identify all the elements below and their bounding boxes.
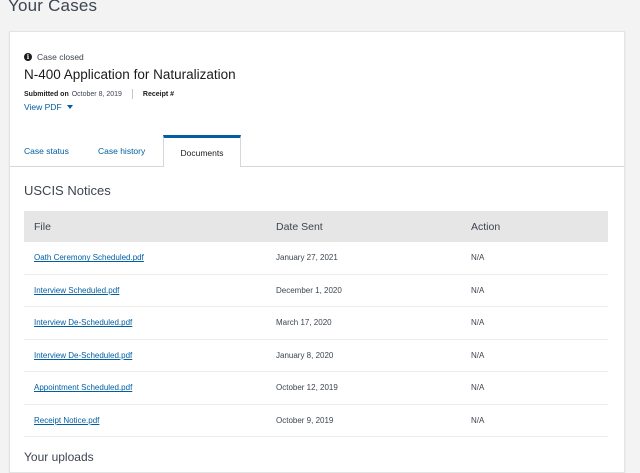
file-link[interactable]: Receipt Notice.pdf [34,416,99,425]
tab-case-history[interactable]: Case history [98,135,145,166]
action-value: N/A [471,415,485,425]
table-row: Interview De-Scheduled.pdf January 8, 20… [24,340,608,372]
view-pdf-button[interactable]: View PDF [24,102,73,112]
submitted-label: Submitted on [24,90,69,98]
table-row: Interview De-Scheduled.pdf March 17, 202… [24,307,608,340]
table-row: Interview Scheduled.pdf December 1, 2020… [24,275,608,307]
date-sent: October 12, 2019 [276,383,338,393]
chevron-down-icon [66,105,73,109]
date-sent: March 17, 2020 [276,318,332,328]
view-pdf-label: View PDF [24,102,62,112]
notices-table: File Date Sent Action Oath Ceremony Sche… [24,211,608,437]
file-link[interactable]: Appointment Scheduled.pdf [34,383,132,392]
page-title: Your Cases [8,0,98,15]
submitted-date: October 8, 2019 [71,90,122,98]
action-value: N/A [471,318,485,328]
action-value: N/A [471,253,485,263]
file-link[interactable]: Oath Ceremony Scheduled.pdf [34,253,144,262]
action-value: N/A [471,350,485,360]
tab-label: Case history [98,145,146,156]
date-sent: January 8, 2020 [276,350,334,360]
case-card: i Case closed N-400 Application for Natu… [9,31,625,473]
notices-section-title: USCIS Notices [24,183,111,198]
table-row: Appointment Scheduled.pdf October 12, 20… [24,372,608,405]
date-sent: December 1, 2020 [276,285,342,295]
tab-case-status[interactable]: Case status [24,135,69,166]
tab-label: Documents [180,147,224,158]
table-row: Oath Ceremony Scheduled.pdf January 27, … [24,242,608,275]
tab-documents[interactable]: Documents [163,135,241,167]
uploads-section-title: Your uploads [24,450,94,464]
column-header-action: Action [471,220,501,233]
case-meta-row: Submitted on October 8, 2019 Receipt # [24,89,177,99]
action-value: N/A [471,383,485,393]
action-value: N/A [471,285,485,295]
meta-divider [131,89,133,99]
table-row: Receipt Notice.pdf October 9, 2019 N/A [24,405,608,437]
table-header: File Date Sent Action [24,211,608,242]
info-icon: i [24,53,32,61]
column-header-date: Date Sent [276,220,323,233]
file-link[interactable]: Interview De-Scheduled.pdf [34,318,132,327]
column-header-file: File [34,220,51,233]
file-link[interactable]: Interview Scheduled.pdf [34,286,119,295]
case-status-label: Case closed [37,52,84,62]
date-sent: January 27, 2021 [276,253,338,263]
date-sent: October 9, 2019 [276,415,334,425]
case-status-row: i Case closed [24,52,84,62]
form-title: N-400 Application for Naturalization [24,67,236,82]
case-tabs: Case status Case history Documents [10,135,624,167]
receipt-label: Receipt # [142,90,175,98]
tab-label: Case status [24,145,69,156]
file-link[interactable]: Interview De-Scheduled.pdf [34,351,132,360]
